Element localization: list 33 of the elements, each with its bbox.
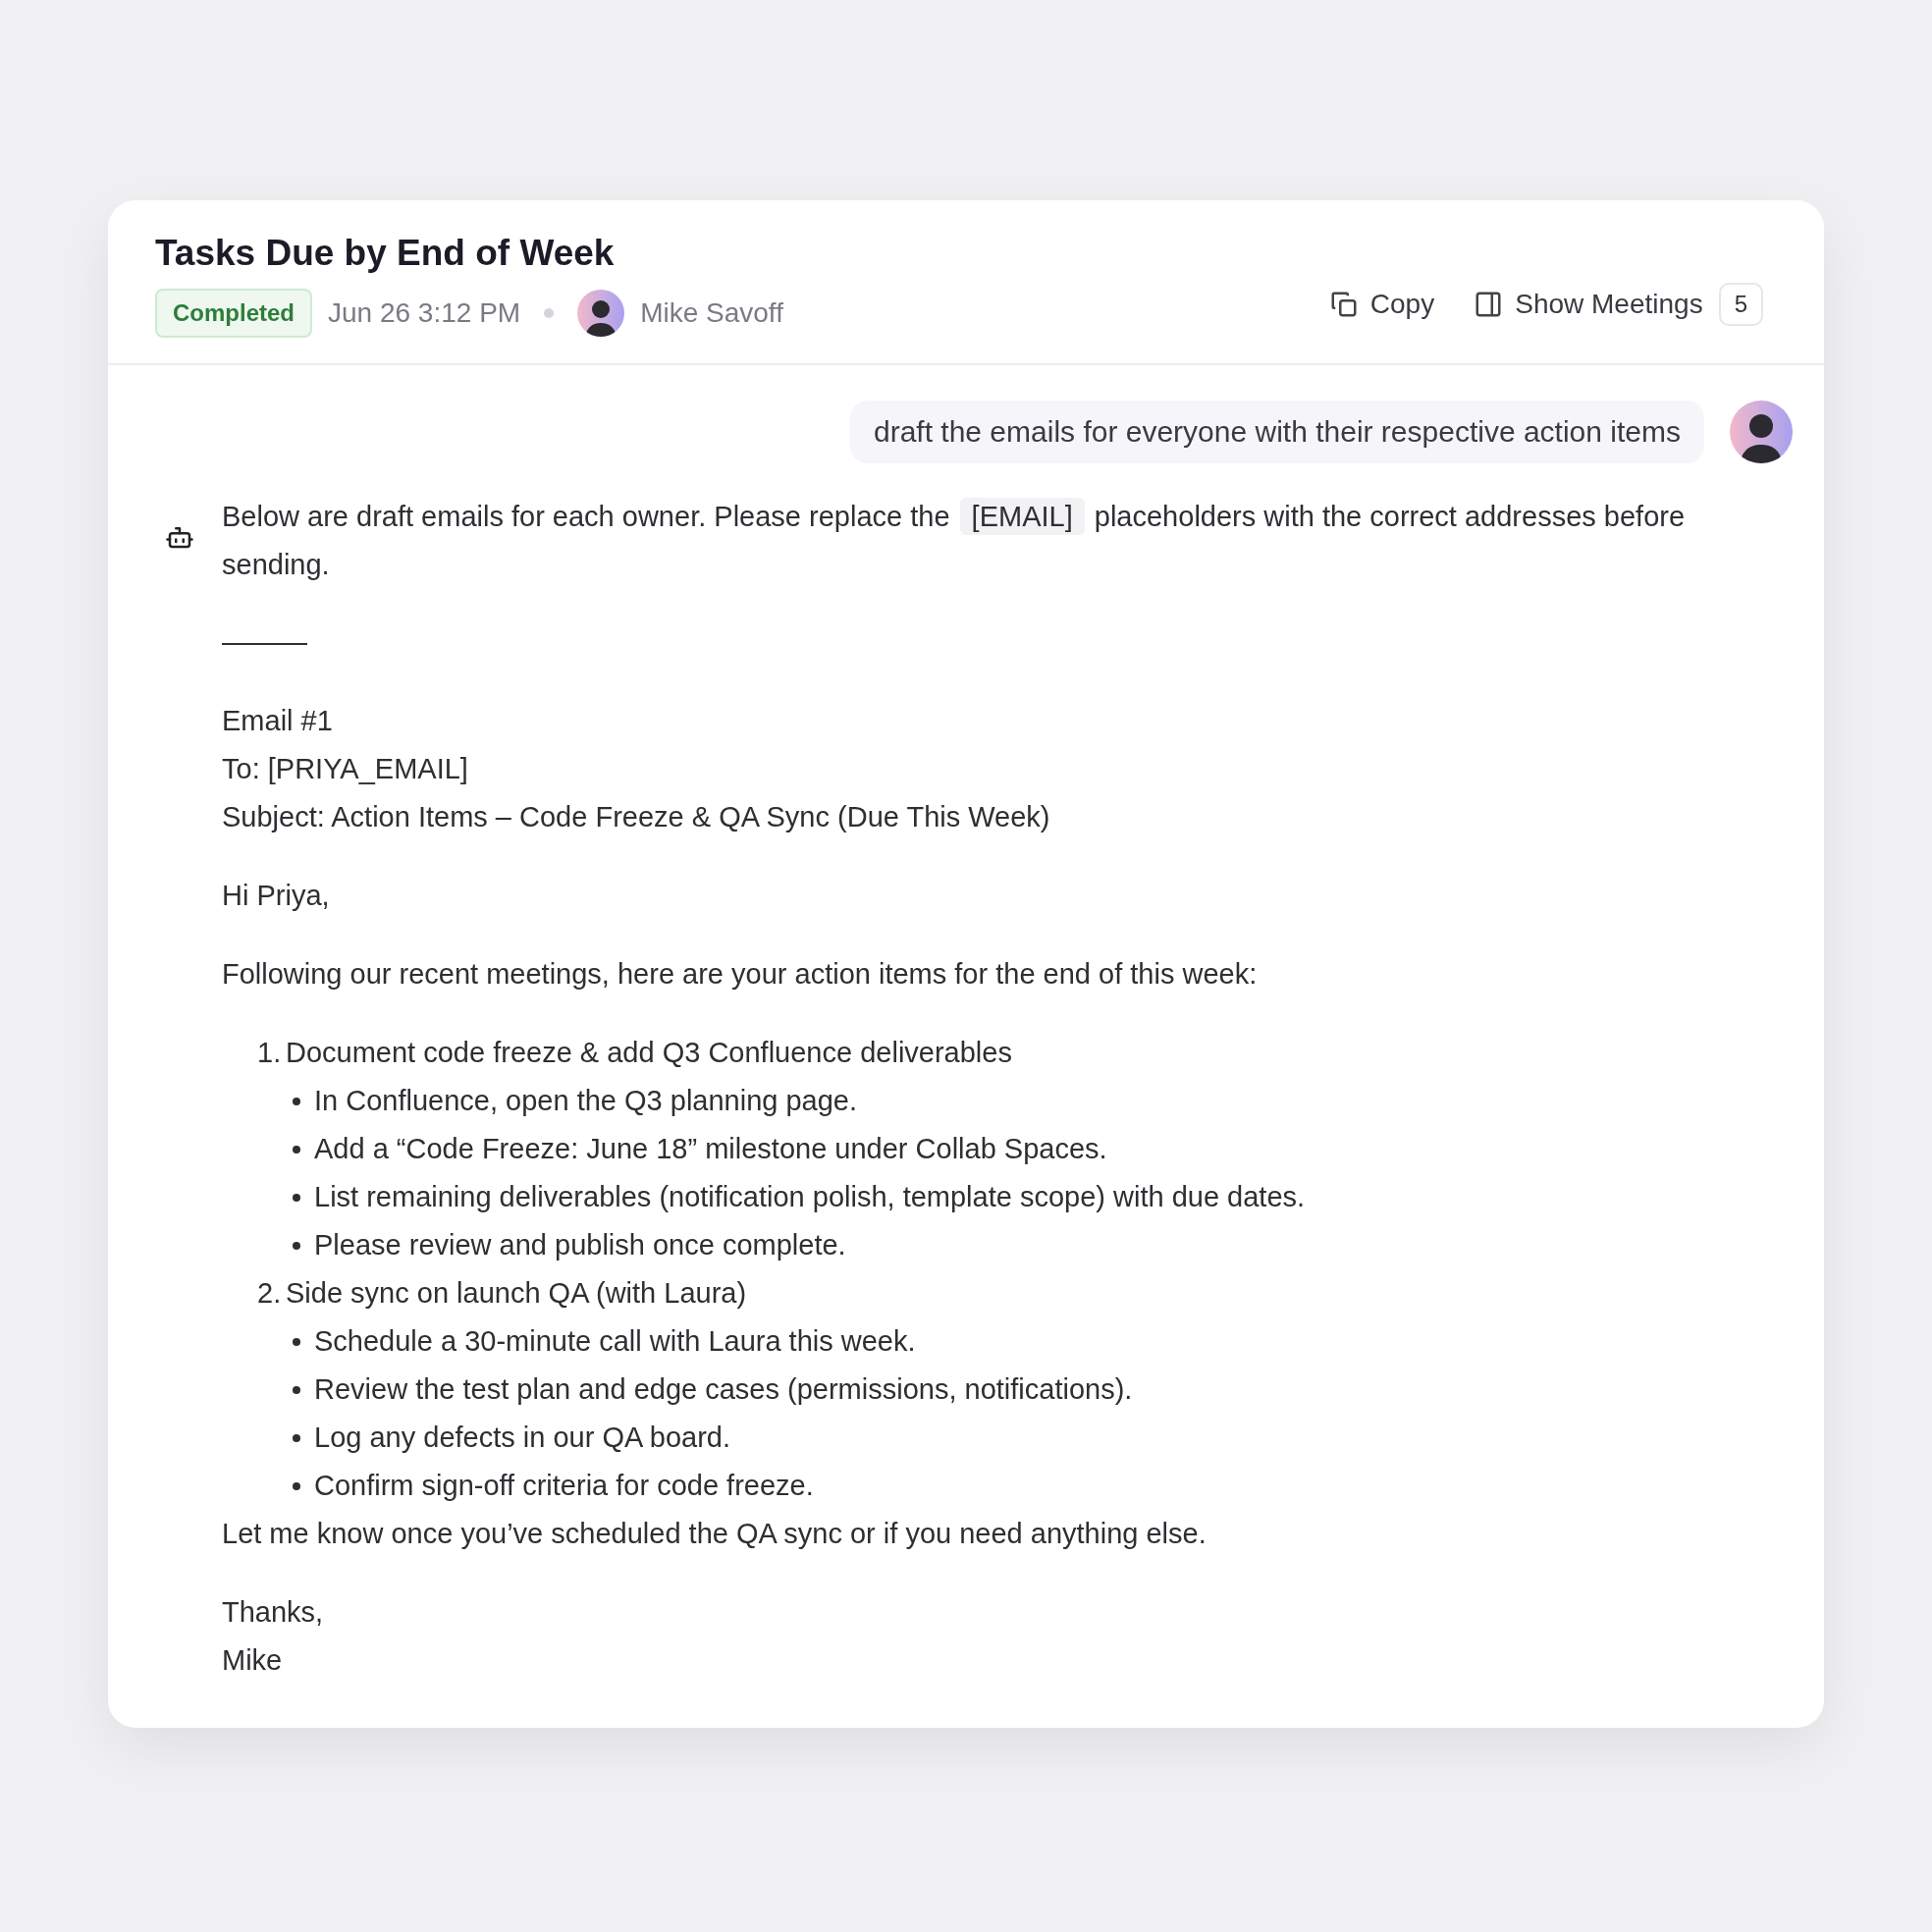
text-line: Email #1 — [222, 704, 333, 738]
list-bullet-text: Log any defects in our QA board. — [314, 1421, 730, 1455]
intro-paragraph: Below are draft emails for each owner. Please replace the [EMAIL] placeholders with the correct addresses before sending. — [222, 493, 1777, 589]
divider-text: ——— — [222, 625, 307, 660]
text-line: Thanks, — [222, 1595, 324, 1630]
text-line: To: [PRIYA_EMAIL] — [222, 752, 468, 786]
timestamp: Jun 26 3:12 PM — [328, 296, 521, 330]
list-number: 2. — [257, 1276, 283, 1311]
list-bullet-text: Confirm sign-off criteria for code freeze. — [314, 1469, 814, 1503]
author-name: Mike Savoff — [640, 296, 783, 330]
user-message: draft the emails for everyone with their respective action items — [849, 401, 1704, 463]
list-bullet-text: In Confluence, open the Q3 planning page. — [314, 1084, 858, 1118]
show-meetings-button[interactable]: Show Meetings — [1474, 284, 1703, 325]
inline-code: [EMAIL] — [959, 498, 1085, 535]
list-bullet-text: Add a “Code Freeze: June 18” milestone under Collab Spaces. — [314, 1132, 1107, 1166]
count-badge: 5 — [1718, 283, 1763, 326]
avatar — [577, 290, 625, 337]
status-badge: Completed — [155, 289, 312, 338]
sidebar-panel-icon — [1474, 290, 1504, 319]
text-line: Subject: Action Items – Code Freeze & QA Sync (Due This Week) — [222, 800, 1050, 834]
task-title: Tasks Due by End of Week — [155, 232, 616, 275]
list-item-text: Document code freeze & add Q3 Confluence deliverables — [286, 1036, 1012, 1070]
list-item-text: Side sync on launch QA (with Laura) — [286, 1276, 747, 1311]
list-bullet-text: Please review and publish once complete. — [314, 1228, 846, 1262]
list-bullet-text: List remaining deliverables (notification polish, template scope) with due dates. — [314, 1180, 1306, 1214]
list-bullet-text: Review the test plan and edge cases (permissions, notifications). — [314, 1372, 1133, 1407]
copy-button[interactable]: Copy — [1328, 284, 1435, 325]
text-line: Hi Priya, — [222, 879, 330, 913]
text-line: Let me know once you’ve scheduled the QA sync or if you need anything else. — [222, 1517, 1207, 1551]
text-line: Following our recent meetings, here are your action items for the end of this week: — [222, 957, 1258, 992]
text-line: Mike — [222, 1643, 283, 1678]
list-bullet-text: Schedule a 30-minute call with Laura this week. — [314, 1324, 916, 1359]
list-number: 1. — [257, 1036, 283, 1070]
